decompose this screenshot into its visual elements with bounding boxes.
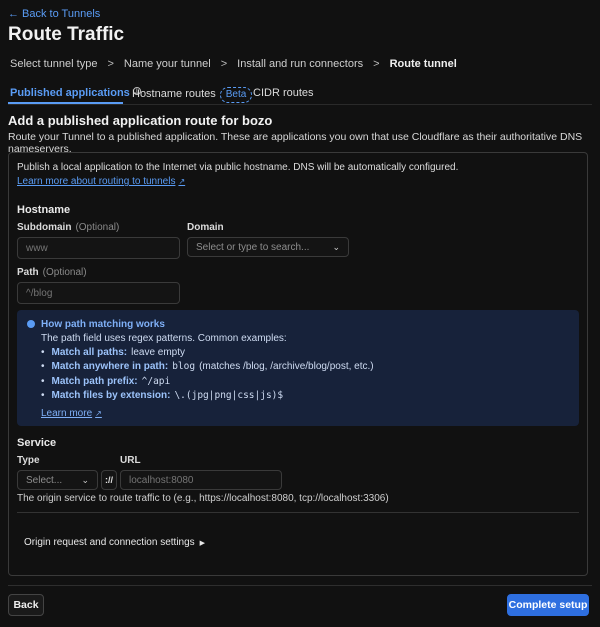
card-description: Publish a local application to the Inter… bbox=[17, 162, 459, 173]
service-help-text: The origin service to route traffic to (… bbox=[17, 493, 389, 504]
back-button[interactable]: Back bbox=[8, 594, 44, 616]
step-select-tunnel-type: Select tunnel type bbox=[10, 58, 98, 70]
scheme-separator: :// bbox=[101, 470, 117, 490]
subdomain-input[interactable] bbox=[17, 237, 180, 259]
section-title: Add a published application route for bo… bbox=[8, 113, 273, 128]
path-label: Path (Optional) bbox=[17, 267, 87, 278]
divider bbox=[17, 512, 579, 513]
tab-label: CIDR routes bbox=[253, 87, 314, 99]
note-learn-more-label: Learn more bbox=[41, 408, 93, 419]
list-item: Match path prefix:^/api bbox=[41, 374, 374, 389]
arrow-left-icon: ← bbox=[8, 8, 19, 20]
hostname-heading: Hostname bbox=[17, 204, 71, 216]
url-label: URL bbox=[120, 455, 141, 466]
service-heading: Service bbox=[17, 437, 57, 449]
domain-label: Domain bbox=[187, 222, 224, 233]
chevron-down-icon: ⌄ bbox=[332, 241, 340, 252]
domain-select[interactable]: Select or type to search... ⌄ bbox=[187, 237, 349, 257]
external-link-icon: ↗ bbox=[95, 409, 102, 418]
step-separator: > bbox=[220, 58, 228, 70]
learn-more-routing-link[interactable]: Learn more about routing to tunnels ↗ bbox=[17, 176, 185, 187]
path-label-text: Path bbox=[17, 267, 39, 278]
beta-badge: Beta bbox=[219, 87, 253, 103]
back-to-tunnels-label: Back to Tunnels bbox=[22, 8, 101, 20]
path-optional: (Optional) bbox=[42, 267, 87, 278]
path-matching-note: How path matching works The path field u… bbox=[17, 310, 579, 426]
subdomain-label-text: Subdomain bbox=[17, 222, 72, 233]
tab-published-applications[interactable]: Published applications i bbox=[10, 87, 141, 99]
step-breadcrumb: Select tunnel type > Name your tunnel > … bbox=[10, 58, 457, 70]
learn-more-routing-label: Learn more about routing to tunnels bbox=[17, 176, 176, 187]
caret-right-icon: ▶ bbox=[199, 539, 206, 547]
note-title: How path matching works bbox=[41, 319, 165, 330]
info-icon bbox=[27, 320, 35, 328]
route-tabs: Published applications i Hostname routes B… bbox=[8, 83, 592, 105]
note-text: The path field uses regex patterns. Comm… bbox=[41, 333, 287, 344]
tab-label: Published applications bbox=[10, 87, 130, 99]
step-separator: > bbox=[373, 58, 380, 70]
footer-divider bbox=[8, 585, 592, 586]
step-separator: > bbox=[107, 58, 114, 70]
step-route-tunnel: Route tunnel bbox=[389, 58, 457, 70]
note-examples-list: Match all paths:leave empty Match anywhe… bbox=[41, 345, 374, 403]
list-item: Match files by extension:\.(jpg|png|css|… bbox=[41, 389, 374, 404]
note-learn-more-link[interactable]: Learn more ↗ bbox=[41, 408, 102, 419]
complete-setup-button[interactable]: Complete setup bbox=[507, 594, 589, 616]
origin-settings-label: Origin request and connection settings bbox=[24, 537, 195, 548]
list-item: Match all paths:leave empty bbox=[41, 345, 374, 360]
list-item: Match anywhere in path:blog(matches /blo… bbox=[41, 360, 374, 375]
tab-label: Hostname routes bbox=[132, 88, 216, 100]
type-placeholder: Select... bbox=[26, 474, 63, 486]
subdomain-optional: (Optional) bbox=[75, 222, 120, 233]
subdomain-label: Subdomain (Optional) bbox=[17, 222, 119, 233]
tab-hostname-routes[interactable]: Hostname routes Beta bbox=[132, 87, 253, 103]
page-title: Route Traffic bbox=[8, 24, 125, 45]
url-input[interactable] bbox=[120, 470, 282, 490]
path-input[interactable] bbox=[17, 282, 180, 304]
back-to-tunnels-link[interactable]: ← Back to Tunnels bbox=[8, 8, 100, 20]
origin-settings-toggle[interactable]: Origin request and connection settings ▶ bbox=[24, 537, 205, 548]
chevron-down-icon: ⌄ bbox=[81, 474, 89, 485]
domain-placeholder: Select or type to search... bbox=[196, 241, 310, 253]
type-label: Type bbox=[17, 455, 40, 466]
step-install-connectors: Install and run connectors bbox=[237, 58, 364, 70]
step-name-tunnel: Name your tunnel bbox=[123, 58, 211, 70]
type-select[interactable]: Select... ⌄ bbox=[17, 470, 98, 490]
external-link-icon: ↗ bbox=[178, 177, 186, 186]
active-tab-indicator bbox=[8, 102, 123, 104]
tab-cidr-routes[interactable]: CIDR routes bbox=[253, 87, 314, 99]
